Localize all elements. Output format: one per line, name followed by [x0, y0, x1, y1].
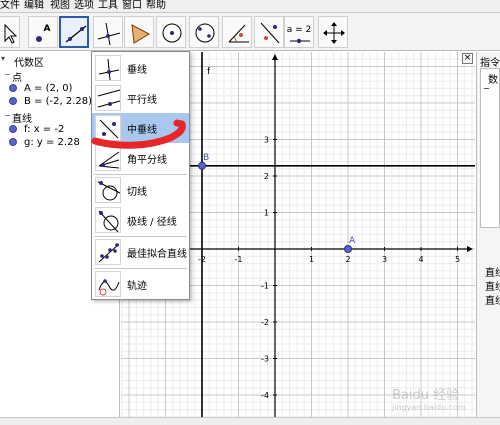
watermark-text: Baidu 经验: [392, 388, 460, 403]
watermark-subtext: jingyan.baidu.com: [392, 403, 466, 412]
watermark: Baidu 经验 jingyan.baidu.com: [392, 384, 466, 412]
red-marker-annotation: [91, 119, 186, 149]
status-bar: [0, 417, 500, 425]
